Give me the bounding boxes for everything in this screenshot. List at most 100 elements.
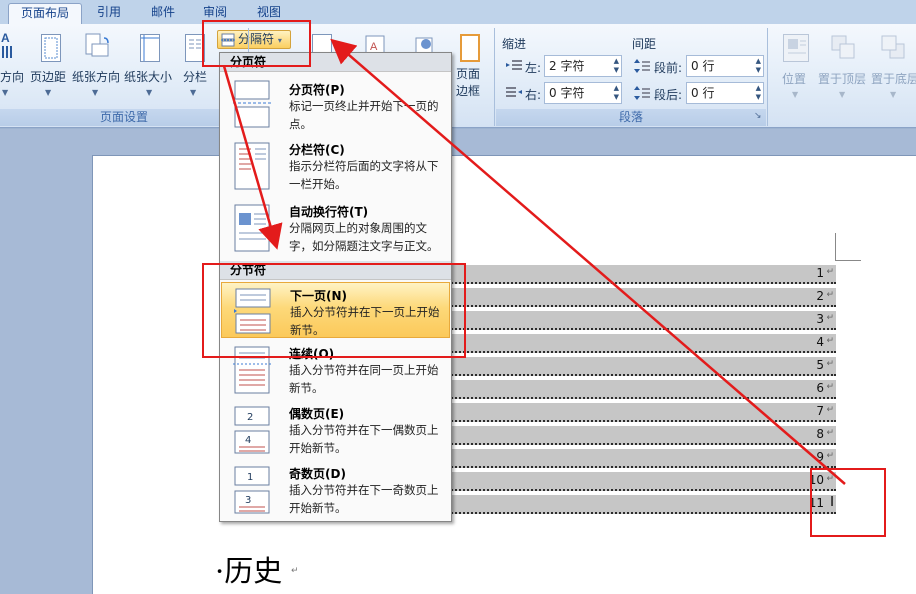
paragraph-mark: ↵: [826, 313, 834, 323]
paper-orientation-label: 纸张方向: [72, 70, 121, 84]
section-heading[interactable]: ·历史: [215, 548, 282, 590]
menu-item-title: 自动换行符(T): [289, 205, 369, 219]
text-wrapping-break-icon: [233, 203, 273, 256]
toc-row[interactable]: 6 ↵: [440, 380, 836, 399]
paragraph-mark: ↵: [826, 290, 834, 300]
dialog-launcher-icon[interactable]: ↘: [754, 111, 762, 121]
odd-page-section-break-icon: 13: [233, 465, 273, 518]
paragraph-mark: ↵: [826, 405, 834, 415]
indent-right-label: 右:: [525, 88, 542, 102]
page-border-button[interactable]: 页面 边框: [452, 28, 488, 108]
toc-page-number: 8: [816, 427, 824, 441]
menu-item-desc: 指示分栏符后面的文字将从下一栏开始。: [289, 159, 439, 191]
ribbon: A 方向 ▼ 页边距 ▼ 纸张方向 ▼ 纸张大小 ▼ 分栏 ▼ 分隔符 ▾ 页面…: [0, 24, 916, 128]
menu-item-page-break[interactable]: 分页符(P) 标记一页终止并开始下一页的点。: [221, 75, 450, 133]
spacing-before-icon: [634, 58, 650, 74]
menu-item-even-page[interactable]: 24 偶数页(E) 插入分节符并在下一偶数页上开始新节。: [221, 401, 450, 459]
paper-orientation-button[interactable]: 纸张方向 ▼: [72, 28, 122, 108]
page-border-label: 页面 边框: [456, 67, 481, 98]
menu-item-desc: 插入分节符并在下一偶数页上开始新节。: [289, 423, 439, 455]
menu-item-column-break[interactable]: 分栏符(C) 指示分栏符后面的文字将从下一栏开始。: [221, 135, 450, 195]
paragraph-mark: ↵: [291, 566, 299, 576]
toc-page-number: 2: [816, 289, 824, 303]
paragraph-mark: ↵: [826, 359, 834, 369]
tab-references[interactable]: 引用: [92, 3, 126, 24]
tab-page-layout[interactable]: 页面布局: [8, 3, 82, 24]
baidu-jingyan-watermark-url: jingyan.baidu.com: [704, 553, 825, 570]
annotation-box-next-page: [202, 263, 466, 358]
send-to-back-label: 置于底层: [871, 72, 916, 86]
page-border-icon: [460, 34, 480, 62]
text-direction-icon: A: [0, 30, 16, 60]
menu-item-odd-page[interactable]: 13 奇数页(D) 插入分节符并在下一奇数页上开始新节。: [221, 461, 450, 519]
indent-right-value: 0 字符: [549, 86, 585, 100]
indent-right-icon: [506, 86, 522, 100]
indent-label: 缩进: [502, 37, 527, 51]
column-break-icon: [233, 141, 273, 194]
chevron-down-icon: ▼: [792, 90, 799, 99]
even-page-section-break-icon: 24: [233, 405, 273, 458]
spacing-after-label: 段后:: [654, 88, 683, 102]
toc-row[interactable]: 5 ↵: [440, 357, 836, 376]
paragraph-mark: ↵: [826, 428, 834, 438]
paper-size-icon: [140, 34, 160, 62]
svg-text:A: A: [1, 31, 10, 45]
page-setup-group-label: 页面设置: [0, 109, 248, 126]
toc-page-number: 9: [816, 450, 824, 464]
even-icon-digit: 4: [245, 435, 251, 446]
orientation-label[interactable]: 方向: [0, 68, 24, 85]
menu-item-title: 分页符(P): [289, 83, 345, 97]
paper-size-button[interactable]: 纸张大小 ▼: [124, 28, 176, 108]
spacing-after-value: 0 行: [691, 86, 715, 100]
toc-row[interactable]: 10 ↵: [440, 472, 836, 491]
spin-arrows-icon[interactable]: ▲ ▼: [614, 57, 619, 75]
position-label: 位置: [782, 72, 807, 86]
margins-button[interactable]: 页边距 ▼: [30, 28, 70, 108]
spacing-after-icon: [634, 85, 650, 101]
spin-arrows-icon[interactable]: ▲ ▼: [756, 84, 761, 102]
spacing-after-stepper[interactable]: 0 行 ▲ ▼: [686, 82, 764, 104]
send-to-back-button[interactable]: 置于底层 ▼: [870, 28, 916, 108]
bring-to-front-icon: [830, 34, 858, 62]
spin-arrows-icon[interactable]: ▲ ▼: [756, 57, 761, 75]
paragraph-mark: ↵: [826, 382, 834, 392]
toc-page-number: 5: [816, 358, 824, 372]
margins-label: 页边距: [30, 70, 67, 84]
paper-size-label: 纸张大小: [124, 70, 173, 84]
menu-item-text-wrapping-break[interactable]: 自动换行符(T) 分隔网页上的对象周围的文字，如分隔题注文字与正文。: [221, 197, 450, 263]
toc-row[interactable]: 7 ↵: [440, 403, 836, 422]
margin-corner-mark: [835, 233, 861, 261]
toc-row[interactable]: 1 ↵: [440, 265, 836, 284]
page-break-icon: [233, 79, 273, 132]
position-button[interactable]: 位置 ▼: [776, 28, 816, 108]
paragraph-group-label: 段落: [496, 109, 766, 126]
chevron-down-icon: ▼: [190, 88, 197, 97]
annotation-box-cursor-location: [810, 468, 886, 537]
paragraph-mark: ↵: [826, 267, 834, 277]
toc-row[interactable]: 9 ↵: [440, 449, 836, 468]
spin-arrows-icon[interactable]: ▲ ▼: [614, 84, 619, 102]
paragraph-mark: ↵: [826, 336, 834, 346]
indent-right-stepper[interactable]: 0 字符 ▲ ▼: [544, 82, 622, 104]
toc-page-number: 7: [816, 404, 824, 418]
tab-mailings[interactable]: 邮件: [146, 3, 180, 24]
toc-page-number: 1: [816, 266, 824, 280]
bring-to-front-button[interactable]: 置于顶层 ▼: [818, 28, 868, 108]
toc-row[interactable]: 4 ↵: [440, 334, 836, 353]
group-separator: [494, 28, 495, 126]
menu-item-desc: 插入分节符并在同一页上开始新节。: [289, 363, 439, 395]
toc-row[interactable]: 3 ↵: [440, 311, 836, 330]
paragraph-mark: ↵: [826, 451, 834, 461]
annotation-box-breaks-button: [202, 20, 311, 67]
chevron-down-icon: ▼: [92, 88, 99, 97]
chevron-down-icon: ▼: [146, 88, 153, 97]
toc-row[interactable]: 8 ↵: [440, 426, 836, 445]
indent-left-icon: [506, 59, 522, 73]
toc-row[interactable]: 2 ↵: [440, 288, 836, 307]
spacing-before-value: 0 行: [691, 59, 715, 73]
bring-to-front-label: 置于顶层: [818, 72, 867, 86]
spacing-before-stepper[interactable]: 0 行 ▲ ▼: [686, 55, 764, 77]
indent-left-stepper[interactable]: 2 字符 ▲ ▼: [544, 55, 622, 77]
ribbon-tab-bar: 页面布局 引用 邮件 审阅 视图: [0, 0, 916, 24]
menu-item-title: 偶数页(E): [289, 407, 345, 421]
